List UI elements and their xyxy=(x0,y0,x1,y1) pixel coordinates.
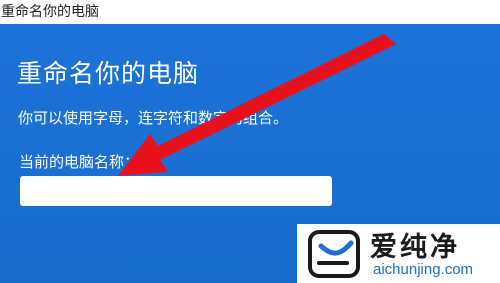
watermark-site-name: 爱纯净 xyxy=(370,232,460,263)
pc-name-input[interactable] xyxy=(20,176,332,206)
current-pc-name-label: 当前的电脑名称： xyxy=(19,153,140,171)
dialog-description: 你可以使用字母，连字符和数字的组合。 xyxy=(18,109,289,127)
window-titlebar: 重命名你的电脑 xyxy=(0,0,500,24)
watermark-url: aichunjing.com xyxy=(373,261,474,278)
dialog-title: 重命名你的电脑 xyxy=(17,59,200,88)
watermark: 爱纯净 aichunjing.com xyxy=(297,224,500,283)
screenshot-frame: 重命名你的电脑 重命名你的电脑 你可以使用字母，连字符和数字的组合。 当前的电脑… xyxy=(0,0,500,283)
aichunjing-logo-icon xyxy=(308,230,360,278)
window-title: 重命名你的电脑 xyxy=(1,4,99,20)
